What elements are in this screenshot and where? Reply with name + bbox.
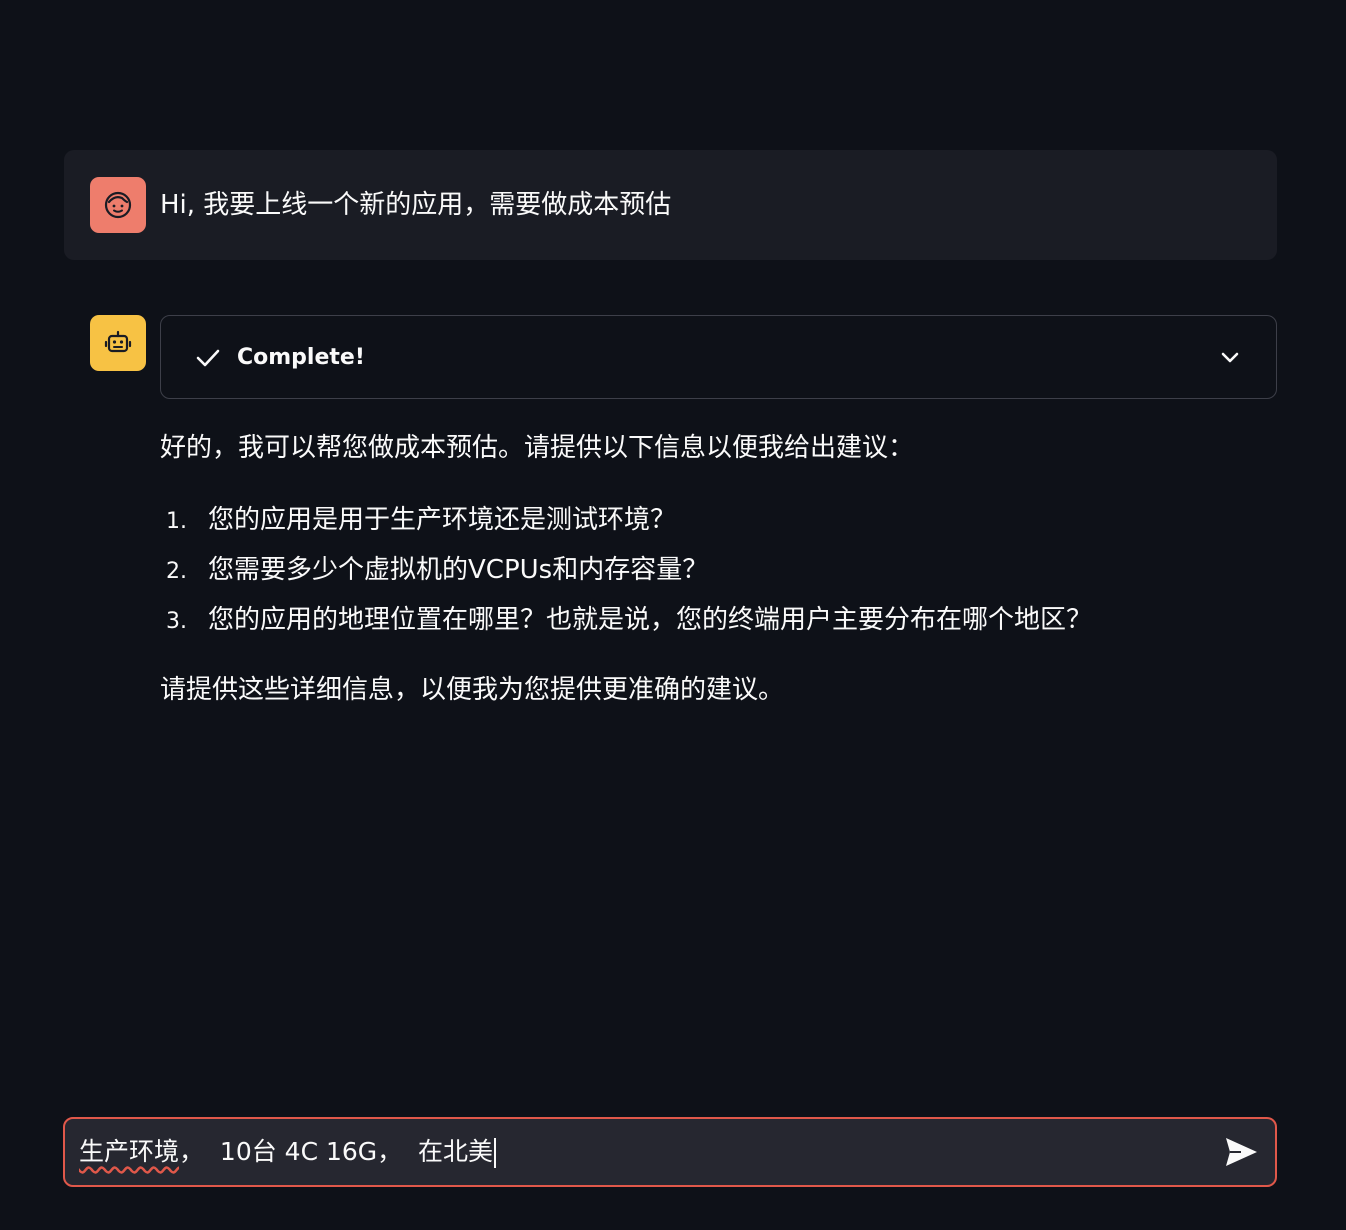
assistant-avatar bbox=[90, 315, 146, 371]
list-item-number: 1. bbox=[166, 509, 187, 534]
list-item-number: 3. bbox=[166, 609, 187, 634]
chevron-down-icon[interactable] bbox=[1218, 345, 1242, 369]
list-item: 3. 您的应用的地理位置在哪里？也就是说，您的终端用户主要分布在哪个地区？ bbox=[160, 600, 1092, 650]
list-item: 1. 您的应用是用于生产环境还是测试环境？ bbox=[160, 500, 1092, 550]
chat-input-bar: 生产环境， 10台 4C 16G， 在北美 bbox=[63, 1117, 1277, 1187]
status-expander[interactable]: Complete! bbox=[160, 315, 1277, 399]
chat-input-misspelled-text: 生产环境 bbox=[79, 1137, 180, 1166]
list-item-text: 您需要多少个虚拟机的VCPUs和内存容量？ bbox=[208, 555, 709, 585]
user-face-icon bbox=[104, 191, 132, 219]
text-cursor bbox=[494, 1138, 497, 1168]
check-icon bbox=[196, 349, 220, 367]
list-item-number: 2. bbox=[166, 559, 187, 584]
assistant-intro-text: 好的，我可以帮您做成本预估。请提供以下信息以便我给出建议： bbox=[160, 433, 915, 463]
user-message-text: Hi, 我要上线一个新的应用，需要做成本预估 bbox=[160, 190, 672, 220]
assistant-outro-text: 请提供这些详细信息，以便我为您提供更准确的建议。 bbox=[160, 675, 785, 705]
assistant-question-list: 1. 您的应用是用于生产环境还是测试环境？ 2. 您需要多少个虚拟机的VCPUs和内… bbox=[160, 500, 1092, 650]
send-icon[interactable] bbox=[1223, 1135, 1259, 1169]
user-avatar bbox=[90, 177, 146, 233]
chat-page: Hi, 我要上线一个新的应用，需要做成本预估 Complete! 好的，我可以帮… bbox=[0, 0, 1346, 1230]
list-item-text: 您的应用的地理位置在哪里？也就是说，您的终端用户主要分布在哪个地区？ bbox=[208, 605, 1093, 635]
list-item-text: 您的应用是用于生产环境还是测试环境？ bbox=[208, 505, 677, 535]
robot-icon bbox=[104, 330, 132, 353]
status-label: Complete! bbox=[237, 345, 365, 370]
chat-input-text: ， 10台 4C 16G， 在北美 bbox=[179, 1137, 494, 1166]
chat-input[interactable]: 生产环境， 10台 4C 16G， 在北美 bbox=[79, 1119, 1199, 1185]
list-item: 2. 您需要多少个虚拟机的VCPUs和内存容量？ bbox=[160, 550, 1092, 600]
